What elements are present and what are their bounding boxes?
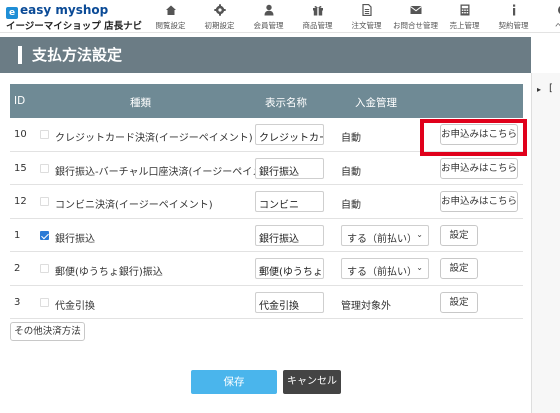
table-row: 2 郵便(ゆうちょ銀行)振込 郵便(ゆうちょ銀 する（前払い） ⌄ 設定 [10,252,523,286]
enable-checkbox[interactable] [40,297,49,307]
payment-type: クレジットカード決済(イージーペイメント) [55,133,253,144]
row-id: 1 [14,229,21,241]
display-name-input[interactable]: 銀行振込 [255,157,324,179]
table-header: ID 種類 表示名称 入金管理 [10,84,523,118]
table-row: 12 コンビニ決済(イージーペイメント) コンビニ 自動 お申込みはこちら [10,185,523,219]
panel-bracket: [ [549,83,553,94]
settings-button[interactable]: 設定 [440,258,478,279]
enable-checkbox[interactable] [40,264,49,273]
nav-item-help[interactable]: ? ヘル [538,0,560,33]
row-id: 15 [14,162,27,174]
settings-button[interactable]: 設定 [440,291,478,313]
top-header: e easy myshop イージーマイショップ 店長ナビ 閲覧設定 初期設定 会… [0,0,560,33]
nav-item-contract[interactable]: 契約管理 [489,0,538,33]
apply-button[interactable]: お申込みはこちら [440,191,518,212]
nav-item-members[interactable]: 会員管理 [244,0,293,33]
payment-type: コンビニ決済(イージーペイメント) [55,200,213,211]
calculator-icon [460,4,469,16]
enable-checkbox[interactable] [40,163,49,173]
enable-checkbox[interactable] [40,230,49,240]
row-id: 2 [14,263,21,274]
nav-item-view-settings[interactable]: 閲覧設定 [146,0,195,33]
enable-checkbox[interactable] [40,130,49,139]
col-header-type: 種類 [130,97,151,109]
apply-button[interactable]: お申込みはこちら [440,124,518,145]
payment-type: 郵便(ゆうちょ銀行)振込 [55,267,163,278]
display-name-input[interactable]: 代金引換 [255,291,324,313]
save-button[interactable]: 保存 [191,370,277,394]
payment-type: 代金引換 [55,300,95,312]
nav-item-inquiries[interactable]: お問合せ管理 [391,0,440,33]
row-id: 10 [14,129,27,140]
person-icon [264,4,273,16]
nav-item-sales[interactable]: 売上管理 [440,0,489,33]
page-title: 支払方法設定 [32,46,123,64]
right-side-panel: ▸ [ [531,73,560,413]
nav-item-initial-settings[interactable]: 初期設定 [195,0,244,33]
payment-mgmt: 自動 [341,133,361,144]
logo[interactable]: e easy myshop イージーマイショップ 店長ナビ [6,3,146,32]
select-value: する（前払い） [347,233,417,245]
info-icon [512,4,515,16]
page-title-bar: 支払方法設定 [0,37,531,73]
col-header-name: 表示名称 [265,97,307,109]
logo-subtitle: イージーマイショップ 店長ナビ [6,21,143,32]
chevron-down-icon: ⌄ [416,263,423,272]
chevron-down-icon: ⌄ [416,229,423,239]
table-row: 10 クレジットカード決済(イージーペイメント) クレジットカード 自動 お申込… [10,118,523,152]
gear-icon [213,4,226,16]
row-id: 12 [14,196,27,207]
payment-mgmt-select[interactable]: する（前払い） ⌄ [341,224,429,246]
payment-type: 銀行振込 [55,233,95,245]
main-nav: 閲覧設定 初期設定 会員管理 商品管理 注文管理 お問合せ管理 売上管理 契約管… [146,0,560,33]
display-name-input[interactable]: クレジットカード [255,124,324,145]
row-id: 3 [14,296,21,308]
col-header-mgmt: 入金管理 [355,97,397,109]
other-payment-methods-button[interactable]: その他決済方法 [10,322,85,341]
cancel-button[interactable]: キャンセル [283,370,341,394]
help-icon: ? [557,5,560,15]
logo-text: easy myshop [20,3,109,17]
select-value: する（前払い） [347,267,417,278]
display-name-input[interactable]: コンビニ [255,191,324,212]
payment-mgmt: 自動 [341,166,361,178]
payment-mgmt: 自動 [341,200,361,211]
table-row: 1 銀行振込 銀行振込 する（前払い） ⌄ 設定 [10,219,523,252]
display-name-input[interactable]: 銀行振込 [255,224,324,246]
table-row: 15 銀行振込-バーチャル口座決済(イージーペイメント) 銀行振込 自動 お申込… [10,152,523,185]
enable-checkbox[interactable] [40,197,49,206]
envelope-icon [409,6,422,14]
nav-item-orders[interactable]: 注文管理 [342,0,391,33]
expand-arrow-icon[interactable]: ▸ [537,85,541,94]
col-header-id: ID [14,95,26,107]
gift-icon [312,5,323,16]
payment-type: 銀行振込-バーチャル口座決済(イージーペイメント) [55,166,287,178]
settings-button[interactable]: 設定 [440,224,478,246]
payment-methods-table: ID 種類 表示名称 入金管理 10 クレジットカード決済(イージーペイメント)… [10,84,523,319]
table-row: 3 代金引換 代金引換 管理対象外 設定 [10,286,523,319]
home-icon [165,5,176,15]
apply-button[interactable]: お申込みはこちら [440,157,518,179]
display-name-input[interactable]: 郵便(ゆうちょ銀 [255,258,324,279]
document-icon [361,4,372,16]
title-accent [18,46,22,64]
payment-mgmt-select[interactable]: する（前払い） ⌄ [341,258,429,279]
nav-item-products[interactable]: 商品管理 [293,0,342,33]
payment-mgmt: 管理対象外 [341,300,391,312]
